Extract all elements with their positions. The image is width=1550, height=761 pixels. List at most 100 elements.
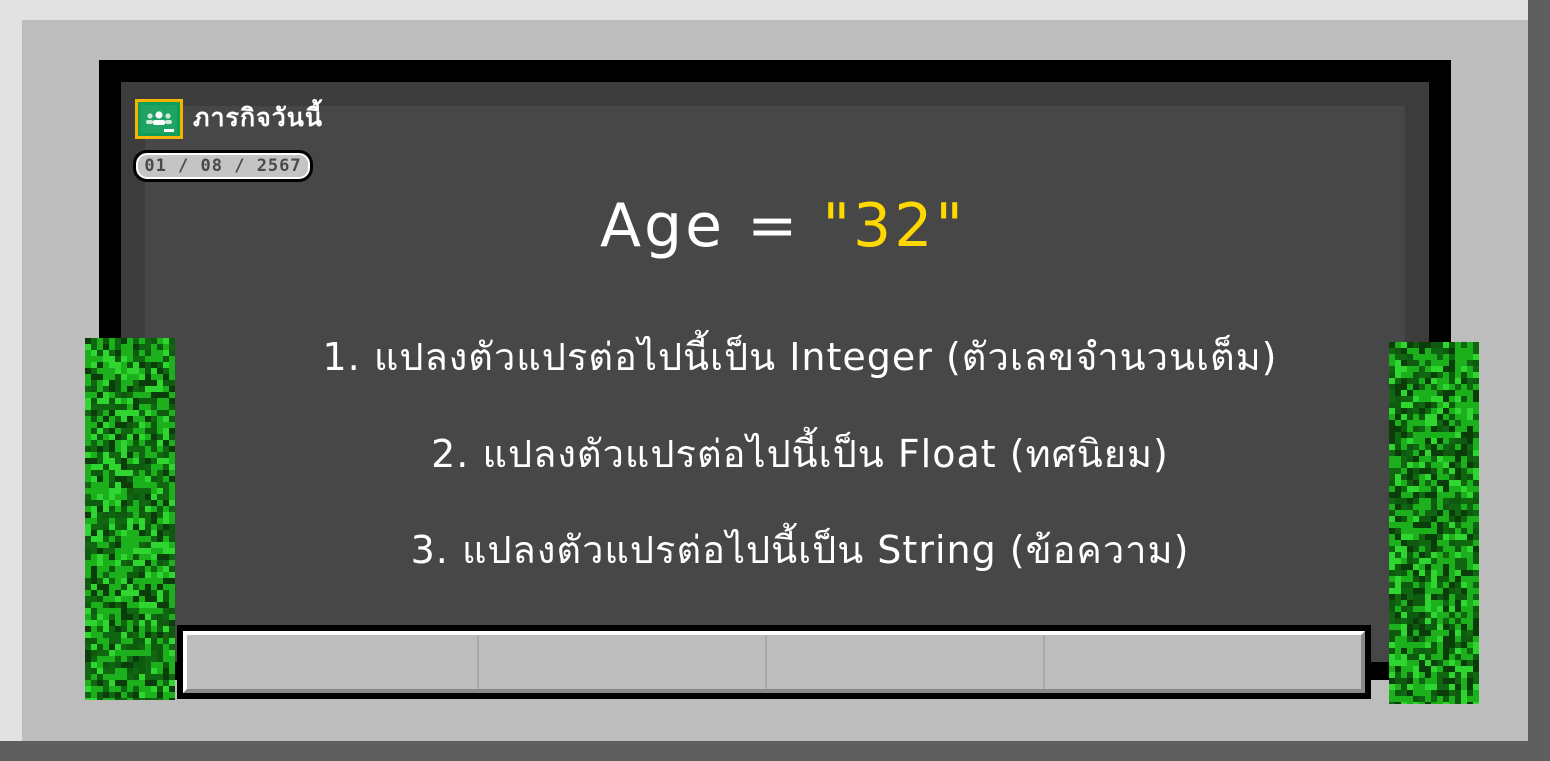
- grass-pixel: [139, 638, 145, 644]
- grass-pixel: [127, 632, 133, 638]
- grass-pixel: [151, 614, 157, 620]
- grass-pixel: [1467, 624, 1473, 630]
- grass-pixel: [145, 656, 151, 662]
- grass-pixel: [1431, 648, 1437, 654]
- grass-pixel: [169, 404, 175, 410]
- grass-pixel: [169, 494, 175, 500]
- grass-pixel: [1419, 378, 1425, 384]
- grass-pixel: [1407, 624, 1413, 630]
- grass-pixel: [157, 416, 163, 422]
- grass-pixel: [115, 488, 121, 494]
- grass-pixel: [91, 542, 97, 548]
- grass-pixel: [1425, 696, 1431, 702]
- grass-pixel: [1401, 612, 1407, 618]
- grass-pixel: [139, 650, 145, 656]
- grass-pixel: [163, 458, 169, 464]
- grass-pixel: [127, 560, 133, 566]
- grass-pixel: [85, 644, 91, 650]
- grass-pixel: [1419, 342, 1425, 348]
- grass-pixel: [1407, 396, 1413, 402]
- grass-pixel: [1431, 420, 1437, 426]
- grass-pixel: [1431, 672, 1437, 678]
- grass-pixel: [127, 578, 133, 584]
- grass-pixel: [1431, 642, 1437, 648]
- grass-pixel: [1395, 684, 1401, 690]
- grass-pixel: [1401, 342, 1407, 348]
- grass-pixel: [1401, 492, 1407, 498]
- grass-pixel: [1431, 612, 1437, 618]
- grass-pixel: [1401, 654, 1407, 660]
- grass-pixel: [1467, 540, 1473, 546]
- grass-pixel: [151, 644, 157, 650]
- grass-pixel: [1389, 570, 1395, 576]
- grass-pixel: [133, 374, 139, 380]
- grass-pixel: [1395, 444, 1401, 450]
- grass-pixel: [1431, 480, 1437, 486]
- grass-pixel: [1413, 390, 1419, 396]
- grass-pixel: [163, 536, 169, 542]
- grass-pixel: [1467, 414, 1473, 420]
- grass-pixel: [151, 446, 157, 452]
- grass-pixel: [109, 536, 115, 542]
- grass-pixel: [121, 626, 127, 632]
- grass-pixel: [151, 374, 157, 380]
- grass-pixel: [139, 356, 145, 362]
- grass-pixel: [1407, 702, 1413, 704]
- wall-shadow-bottom: [0, 741, 1550, 761]
- grass-pixel: [1467, 612, 1473, 618]
- grass-pixel: [133, 572, 139, 578]
- grass-pixel: [121, 446, 127, 452]
- grass-pixel: [127, 464, 133, 470]
- grass-pixel: [1407, 498, 1413, 504]
- grass-pixel: [1425, 528, 1431, 534]
- grass-pixel: [109, 656, 115, 662]
- grass-pixel: [1443, 462, 1449, 468]
- grass-pixel: [133, 410, 139, 416]
- grass-pixel: [1401, 510, 1407, 516]
- grass-pixel: [109, 422, 115, 428]
- grass-pixel: [139, 626, 145, 632]
- grass-pixel: [151, 506, 157, 512]
- grass-pixel: [163, 416, 169, 422]
- grass-pixel: [1449, 642, 1455, 648]
- grass-pixel: [1437, 666, 1443, 672]
- grass-pixel: [145, 542, 151, 548]
- grass-pixel: [97, 440, 103, 446]
- grass-pixel: [97, 686, 103, 692]
- grass-pixel: [1473, 540, 1479, 546]
- grass-pixel: [169, 452, 175, 458]
- grass-pixel: [157, 638, 163, 644]
- grass-pixel: [1431, 624, 1437, 630]
- grass-pixel: [115, 452, 121, 458]
- grass-pixel: [1401, 372, 1407, 378]
- grass-pixel: [151, 566, 157, 572]
- grass-pixel: [97, 500, 103, 506]
- grass-pixel: [1389, 414, 1395, 420]
- grass-pixel: [1425, 690, 1431, 696]
- grass-pixel: [1437, 588, 1443, 594]
- date-badge: 01 / 08 / 2567: [133, 150, 313, 182]
- grass-pixel: [121, 338, 127, 344]
- grass-pixel: [163, 554, 169, 560]
- answer-input-area[interactable]: [183, 631, 1365, 693]
- grass-pixel: [1431, 654, 1437, 660]
- grass-pixel: [1419, 408, 1425, 414]
- grass-pixel: [1401, 534, 1407, 540]
- grass-pixel: [97, 560, 103, 566]
- grass-pixel: [115, 596, 121, 602]
- grass-pixel: [91, 500, 97, 506]
- grass-pixel: [1413, 516, 1419, 522]
- grass-pixel: [1449, 624, 1455, 630]
- grass-pixel: [1413, 372, 1419, 378]
- grass-pixel: [139, 506, 145, 512]
- grass-pixel: [121, 452, 127, 458]
- grass-pixel: [151, 686, 157, 692]
- grass-pixel: [1419, 642, 1425, 648]
- grass-pixel: [85, 590, 91, 596]
- grass-pixel: [1467, 546, 1473, 552]
- grass-pixel: [97, 494, 103, 500]
- grass-pixel: [151, 518, 157, 524]
- grass-pixel: [121, 482, 127, 488]
- grass-pixel: [85, 686, 91, 692]
- grass-pixel: [1395, 522, 1401, 528]
